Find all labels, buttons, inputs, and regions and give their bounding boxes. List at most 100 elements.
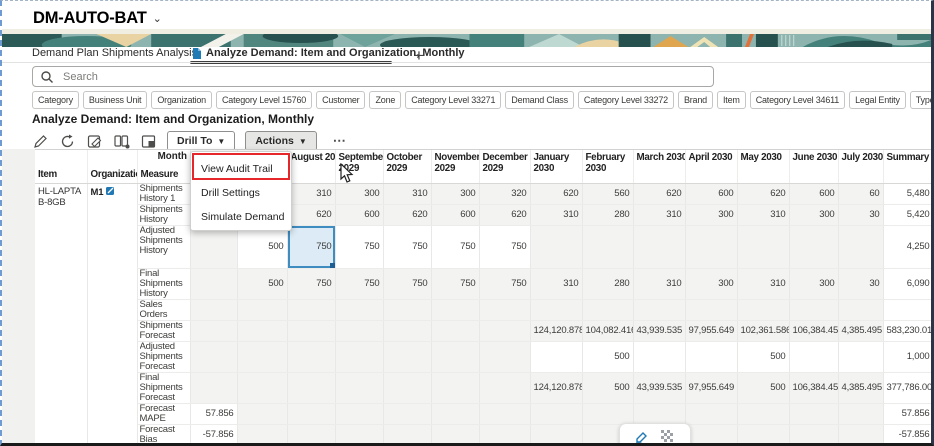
data-cell[interactable]: [335, 403, 383, 424]
data-cell[interactable]: [582, 225, 633, 268]
data-cell[interactable]: 124,120.878: [530, 372, 582, 403]
measure-cell[interactable]: Forecast MAPE: [137, 403, 190, 424]
data-cell[interactable]: 310: [633, 204, 685, 225]
data-cell[interactable]: 600: [431, 204, 479, 225]
data-cell[interactable]: [431, 424, 479, 445]
data-cell[interactable]: 4,385.495: [838, 372, 883, 403]
data-cell[interactable]: 583,230.01: [883, 320, 933, 341]
filter-chip[interactable]: Category Level 15760: [216, 91, 312, 109]
data-cell[interactable]: 60: [838, 183, 883, 204]
filter-chip[interactable]: Organization: [151, 91, 212, 109]
data-cell[interactable]: 600: [789, 183, 838, 204]
data-cell[interactable]: 5,480: [883, 183, 933, 204]
data-cell[interactable]: [838, 341, 883, 372]
data-cell[interactable]: 500: [582, 341, 633, 372]
data-cell[interactable]: [685, 299, 737, 320]
data-cell[interactable]: 6,090: [883, 268, 933, 299]
data-cell[interactable]: 43,939.535: [633, 372, 685, 403]
data-cell[interactable]: [530, 225, 582, 268]
filter-chip[interactable]: Legal Entity: [849, 91, 906, 109]
search-input[interactable]: [61, 70, 705, 84]
data-cell[interactable]: [287, 341, 335, 372]
column-header[interactable]: Summary: [883, 150, 933, 183]
data-cell[interactable]: [287, 372, 335, 403]
filter-chip[interactable]: Category: [32, 91, 79, 109]
data-cell[interactable]: [633, 225, 685, 268]
data-cell[interactable]: [237, 424, 287, 445]
data-cell[interactable]: 300: [335, 183, 383, 204]
data-cell[interactable]: [431, 403, 479, 424]
data-cell[interactable]: [530, 403, 582, 424]
filter-chip[interactable]: Zone: [369, 91, 401, 109]
data-cell[interactable]: 43,939.535: [633, 320, 685, 341]
data-cell[interactable]: [737, 403, 789, 424]
data-cell[interactable]: 57.856: [883, 403, 933, 424]
data-cell[interactable]: 620: [633, 183, 685, 204]
plan-title-button[interactable]: DM-AUTO-BAT ⌄: [27, 8, 168, 29]
data-cell[interactable]: 750: [287, 268, 335, 299]
more-actions-button[interactable]: ⋯: [327, 132, 353, 150]
data-cell[interactable]: 280: [582, 204, 633, 225]
data-cell[interactable]: 310: [737, 268, 789, 299]
data-cell[interactable]: 300: [789, 268, 838, 299]
data-cell[interactable]: [530, 341, 582, 372]
data-cell[interactable]: 750: [431, 225, 479, 268]
data-cell[interactable]: 310: [530, 268, 582, 299]
data-cell[interactable]: 104,082.416: [582, 320, 633, 341]
data-cell[interactable]: [287, 403, 335, 424]
data-cell[interactable]: [431, 341, 479, 372]
data-cell[interactable]: 750: [479, 225, 530, 268]
data-cell[interactable]: [530, 299, 582, 320]
data-cell[interactable]: [633, 403, 685, 424]
data-cell[interactable]: [431, 372, 479, 403]
data-cell[interactable]: 750: [383, 268, 431, 299]
data-cell[interactable]: [431, 320, 479, 341]
data-cell[interactable]: 620: [530, 183, 582, 204]
data-cell[interactable]: [479, 403, 530, 424]
item-cell[interactable]: HL-LAPTAB-8GB: [35, 183, 87, 446]
filter-chip[interactable]: Customer: [316, 91, 365, 109]
column-header[interactable]: March 2030: [633, 150, 685, 183]
data-cell[interactable]: [479, 341, 530, 372]
data-cell[interactable]: 500: [737, 341, 789, 372]
data-cell[interactable]: 750: [335, 225, 383, 268]
data-cell[interactable]: [685, 225, 737, 268]
data-cell[interactable]: 280: [582, 268, 633, 299]
data-cell[interactable]: 750: [335, 268, 383, 299]
filter-chip[interactable]: Type: [910, 91, 934, 109]
filter-chip[interactable]: Category Level 33272: [578, 91, 674, 109]
measure-cell[interactable]: Adjusted Shipments Forecast: [137, 341, 190, 372]
organization-cell[interactable]: M1: [87, 183, 137, 446]
data-cell[interactable]: [383, 299, 431, 320]
data-cell[interactable]: [335, 341, 383, 372]
data-cell[interactable]: [685, 403, 737, 424]
data-cell[interactable]: [383, 341, 431, 372]
data-cell[interactable]: [190, 225, 237, 268]
menu-item-simulate-demand[interactable]: Simulate Demand: [191, 205, 291, 229]
data-cell[interactable]: [237, 320, 287, 341]
data-cell[interactable]: [287, 320, 335, 341]
menu-item-view-audit-trail[interactable]: View Audit Trail: [191, 157, 291, 181]
data-cell[interactable]: 106,384.45: [789, 320, 838, 341]
fill-handle[interactable]: [330, 263, 335, 268]
data-cell[interactable]: [431, 299, 479, 320]
data-cell[interactable]: [287, 424, 335, 445]
data-cell[interactable]: [190, 320, 237, 341]
data-cell[interactable]: [479, 424, 530, 445]
data-cell[interactable]: -57.856: [883, 424, 933, 445]
measure-cell[interactable]: Final Shipments Forecast: [137, 372, 190, 403]
data-cell[interactable]: [530, 424, 582, 445]
data-cell[interactable]: [789, 299, 838, 320]
measure-cell[interactable]: Final Shipments History: [137, 268, 190, 299]
data-cell[interactable]: [190, 299, 237, 320]
data-cell[interactable]: [335, 299, 383, 320]
data-cell[interactable]: [633, 299, 685, 320]
data-cell[interactable]: 310: [737, 204, 789, 225]
data-cell[interactable]: [383, 372, 431, 403]
add-tab-button[interactable]: +: [408, 45, 430, 67]
data-cell[interactable]: [479, 320, 530, 341]
data-cell[interactable]: 750: [431, 268, 479, 299]
measure-cell[interactable]: Shipments History: [137, 204, 190, 225]
data-cell[interactable]: 560: [582, 183, 633, 204]
data-cell[interactable]: 310: [633, 268, 685, 299]
